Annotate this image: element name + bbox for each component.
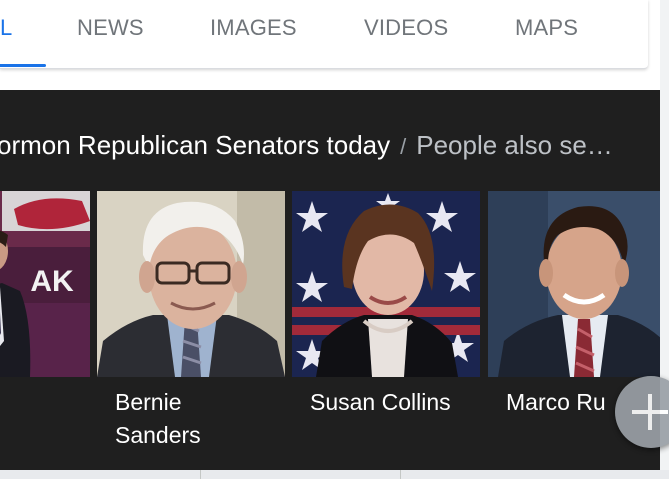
person-name-bernie-sanders[interactable]: Bernie Sanders	[97, 386, 285, 452]
bottom-tabs-strip	[0, 470, 669, 479]
active-tab-indicator	[0, 64, 46, 67]
person-name-line: Susan Collins	[310, 389, 451, 415]
tab-all[interactable]: L	[0, 16, 12, 40]
strip-divider	[200, 470, 201, 479]
person-photo-bernie-sanders	[97, 191, 285, 377]
person-name-line-1: Bernie	[115, 389, 182, 415]
person-name-line: Marco Ru	[506, 389, 606, 415]
tab-videos[interactable]: VIDEOS	[364, 16, 448, 40]
person-name-cruz[interactable]: uz	[0, 386, 90, 419]
panel-title[interactable]: ormon Republican Senators today	[0, 130, 390, 160]
search-tabs-bar: L NEWS IMAGES VIDEOS MAPS	[0, 0, 648, 69]
plus-icon-vertical	[648, 394, 652, 430]
person-photo-cruz: AK	[0, 191, 90, 377]
person-photo-susan-collins	[292, 191, 480, 377]
panel-subtitle[interactable]: People also se…	[416, 130, 613, 160]
backdrop-sign-text: AK	[30, 265, 74, 298]
person-photo-marco-rubio	[488, 191, 660, 377]
person-card-susan-collins[interactable]: Susan Collins	[292, 191, 480, 419]
panel-heading: ormon Republican Senators today / People a…	[0, 128, 613, 162]
person-name-susan-collins[interactable]: Susan Collins	[292, 386, 480, 419]
person-card-cruz[interactable]: AK uz	[0, 191, 90, 419]
person-card-bernie-sanders[interactable]: Bernie Sanders	[97, 191, 285, 452]
breadcrumb-separator: /	[400, 134, 407, 159]
person-name-line-2: Sanders	[115, 422, 201, 448]
people-carousel[interactable]: AK uz	[0, 191, 660, 470]
tab-news[interactable]: NEWS	[77, 16, 144, 40]
tab-maps[interactable]: MAPS	[515, 16, 578, 40]
people-also-search-panel: ormon Republican Senators today / People a…	[0, 90, 660, 470]
tab-images[interactable]: IMAGES	[210, 16, 297, 40]
strip-divider	[400, 470, 401, 479]
